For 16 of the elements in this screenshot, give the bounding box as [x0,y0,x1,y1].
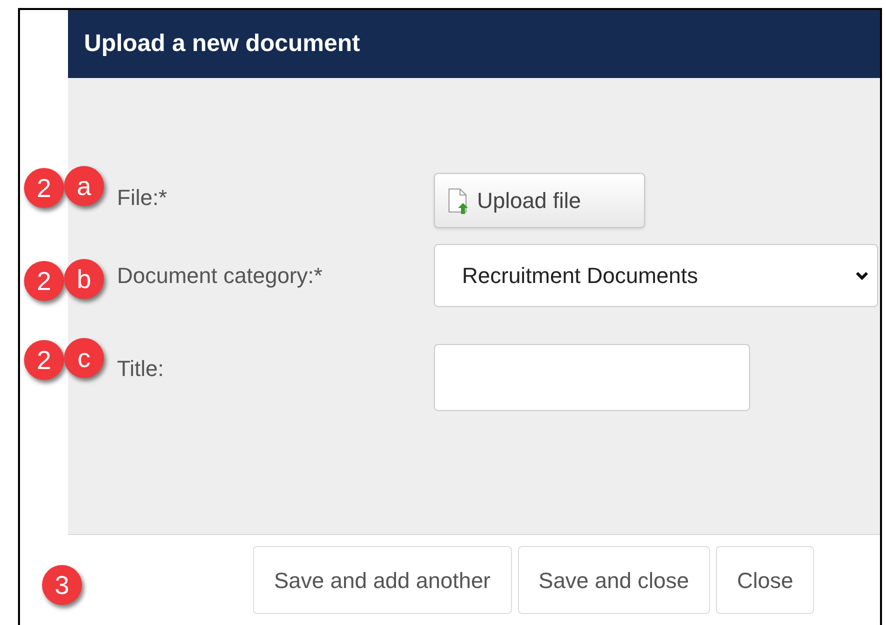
footer-button[interactable]: Save and add another [253,546,512,614]
file-upload-icon [447,188,469,214]
title-input[interactable] [434,344,750,411]
callout-marker: 2 [24,261,64,301]
callout-marker: 2 [24,340,64,380]
footer-button[interactable]: Close [716,546,814,614]
category-dropdown[interactable]: Recruitment Documents [434,244,878,307]
field-label: Title: [117,355,165,383]
callout-marker: 2 [24,168,64,208]
field-label: File:* [117,184,168,212]
field-label: Document category:* [117,262,324,290]
dialog-title: Upload a new document [84,29,360,59]
footer-button[interactable]: Save and close [518,546,710,614]
upload-button[interactable]: Upload file [434,173,645,228]
callout-marker: 3 [42,565,82,605]
chevron-down-icon [855,270,869,280]
